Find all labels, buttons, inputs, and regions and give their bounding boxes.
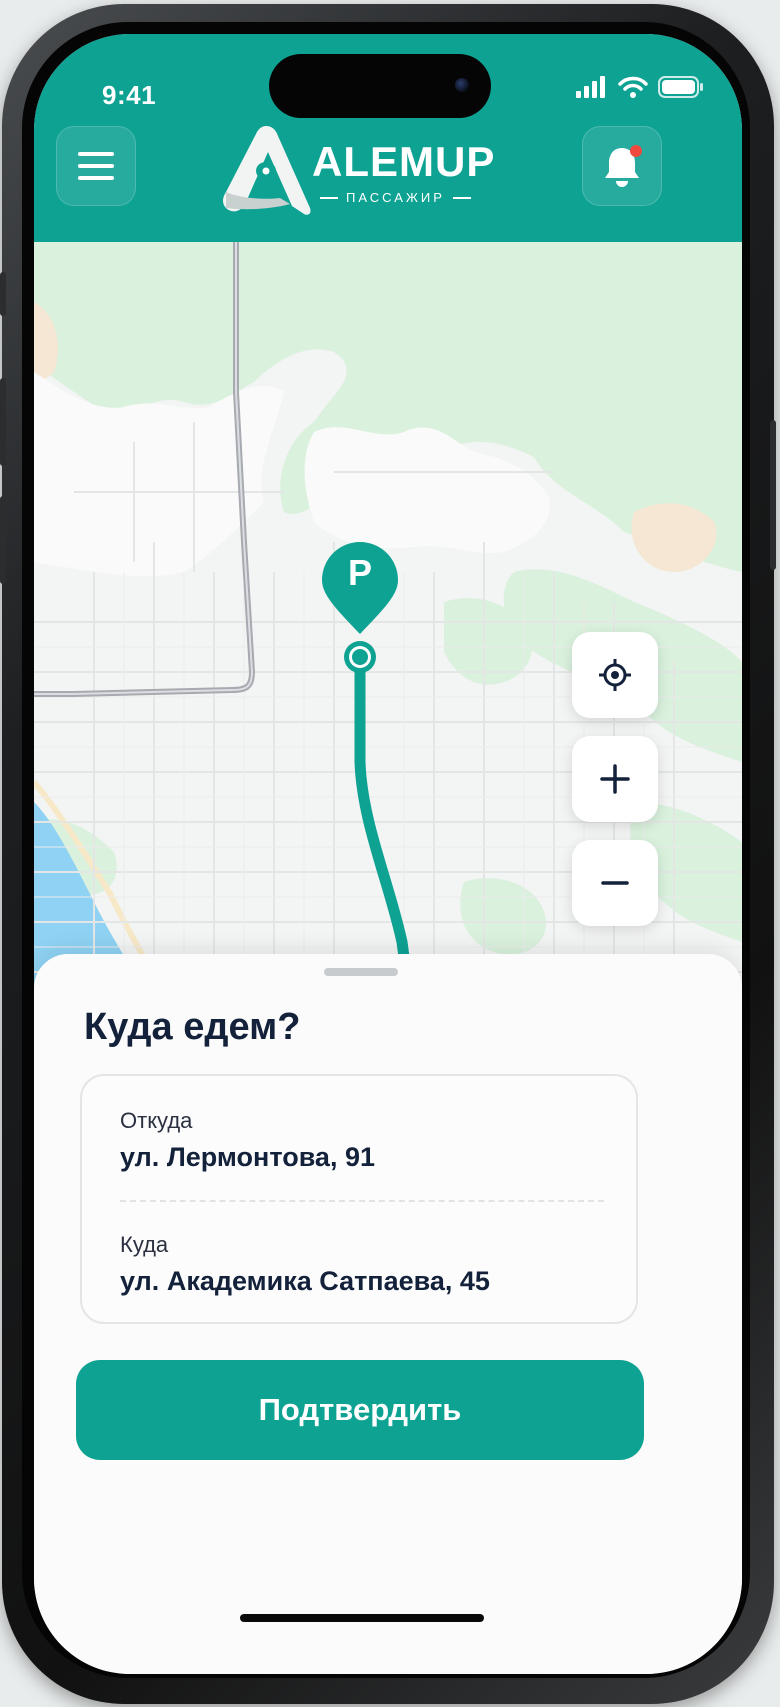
zoom-in-button[interactable]	[572, 736, 658, 822]
volume-up-button	[0, 378, 6, 466]
parking-marker-label: P	[347, 552, 372, 593]
confirm-button[interactable]: Подтвердить	[76, 1360, 644, 1460]
volume-down-button	[0, 496, 6, 584]
home-indicator[interactable]	[240, 1614, 484, 1622]
sheet-title: Куда едем?	[84, 1006, 301, 1048]
screen: P 9:41 ALEMUP ПАССАЖИР Куда едем? Откуда…	[34, 34, 742, 1674]
front-camera	[455, 78, 469, 92]
to-label: Куда	[120, 1232, 169, 1257]
brand-logo: ALEMUP ПАССАЖИР	[220, 124, 520, 216]
sheet-drag-handle[interactable]	[324, 968, 398, 976]
minus-icon	[601, 881, 629, 885]
status-icons	[576, 76, 704, 98]
notifications-button[interactable]	[582, 126, 662, 206]
brand-subtitle-line-left	[320, 196, 338, 199]
map-view[interactable]: P	[34, 242, 742, 1002]
to-value: ул. Академика Сатпаева, 45	[120, 1266, 490, 1296]
status-time: 9:41	[102, 80, 157, 110]
from-field[interactable]: Откуда ул. Лермонтова, 91	[82, 1076, 636, 1198]
from-label: Откуда	[120, 1108, 193, 1133]
brand-subtitle: ПАССАЖИР	[346, 190, 445, 205]
brand-subtitle-line-right	[452, 196, 471, 199]
route-card: Откуда ул. Лермонтова, 91 Куда ул. Акаде…	[80, 1074, 638, 1324]
to-field[interactable]: Куда ул. Академика Сатпаева, 45	[82, 1202, 636, 1322]
app-header: 9:41 ALEMUP ПАССАЖИР	[34, 34, 742, 242]
zoom-out-button[interactable]	[572, 840, 658, 926]
locate-me-button[interactable]	[572, 632, 658, 718]
brand-mark-icon	[223, 126, 311, 215]
from-value: ул. Лермонтова, 91	[120, 1142, 375, 1172]
plus-icon	[600, 764, 630, 794]
power-button	[770, 420, 776, 570]
dynamic-island	[269, 54, 491, 118]
destination-sheet: Куда едем? Откуда ул. Лермонтова, 91 Куд…	[34, 954, 742, 1674]
crosshair-icon	[599, 659, 631, 691]
menu-button[interactable]	[56, 126, 136, 206]
brand-name: ALEMUP	[312, 138, 496, 185]
menu-icon	[78, 152, 114, 180]
mute-switch	[0, 272, 6, 316]
battery-icon	[658, 76, 703, 98]
bell-icon	[605, 145, 642, 187]
brand-subtitle-row: ПАССАЖИР	[320, 190, 471, 205]
cellular-signal-icon	[576, 76, 605, 98]
wifi-icon	[618, 76, 648, 98]
